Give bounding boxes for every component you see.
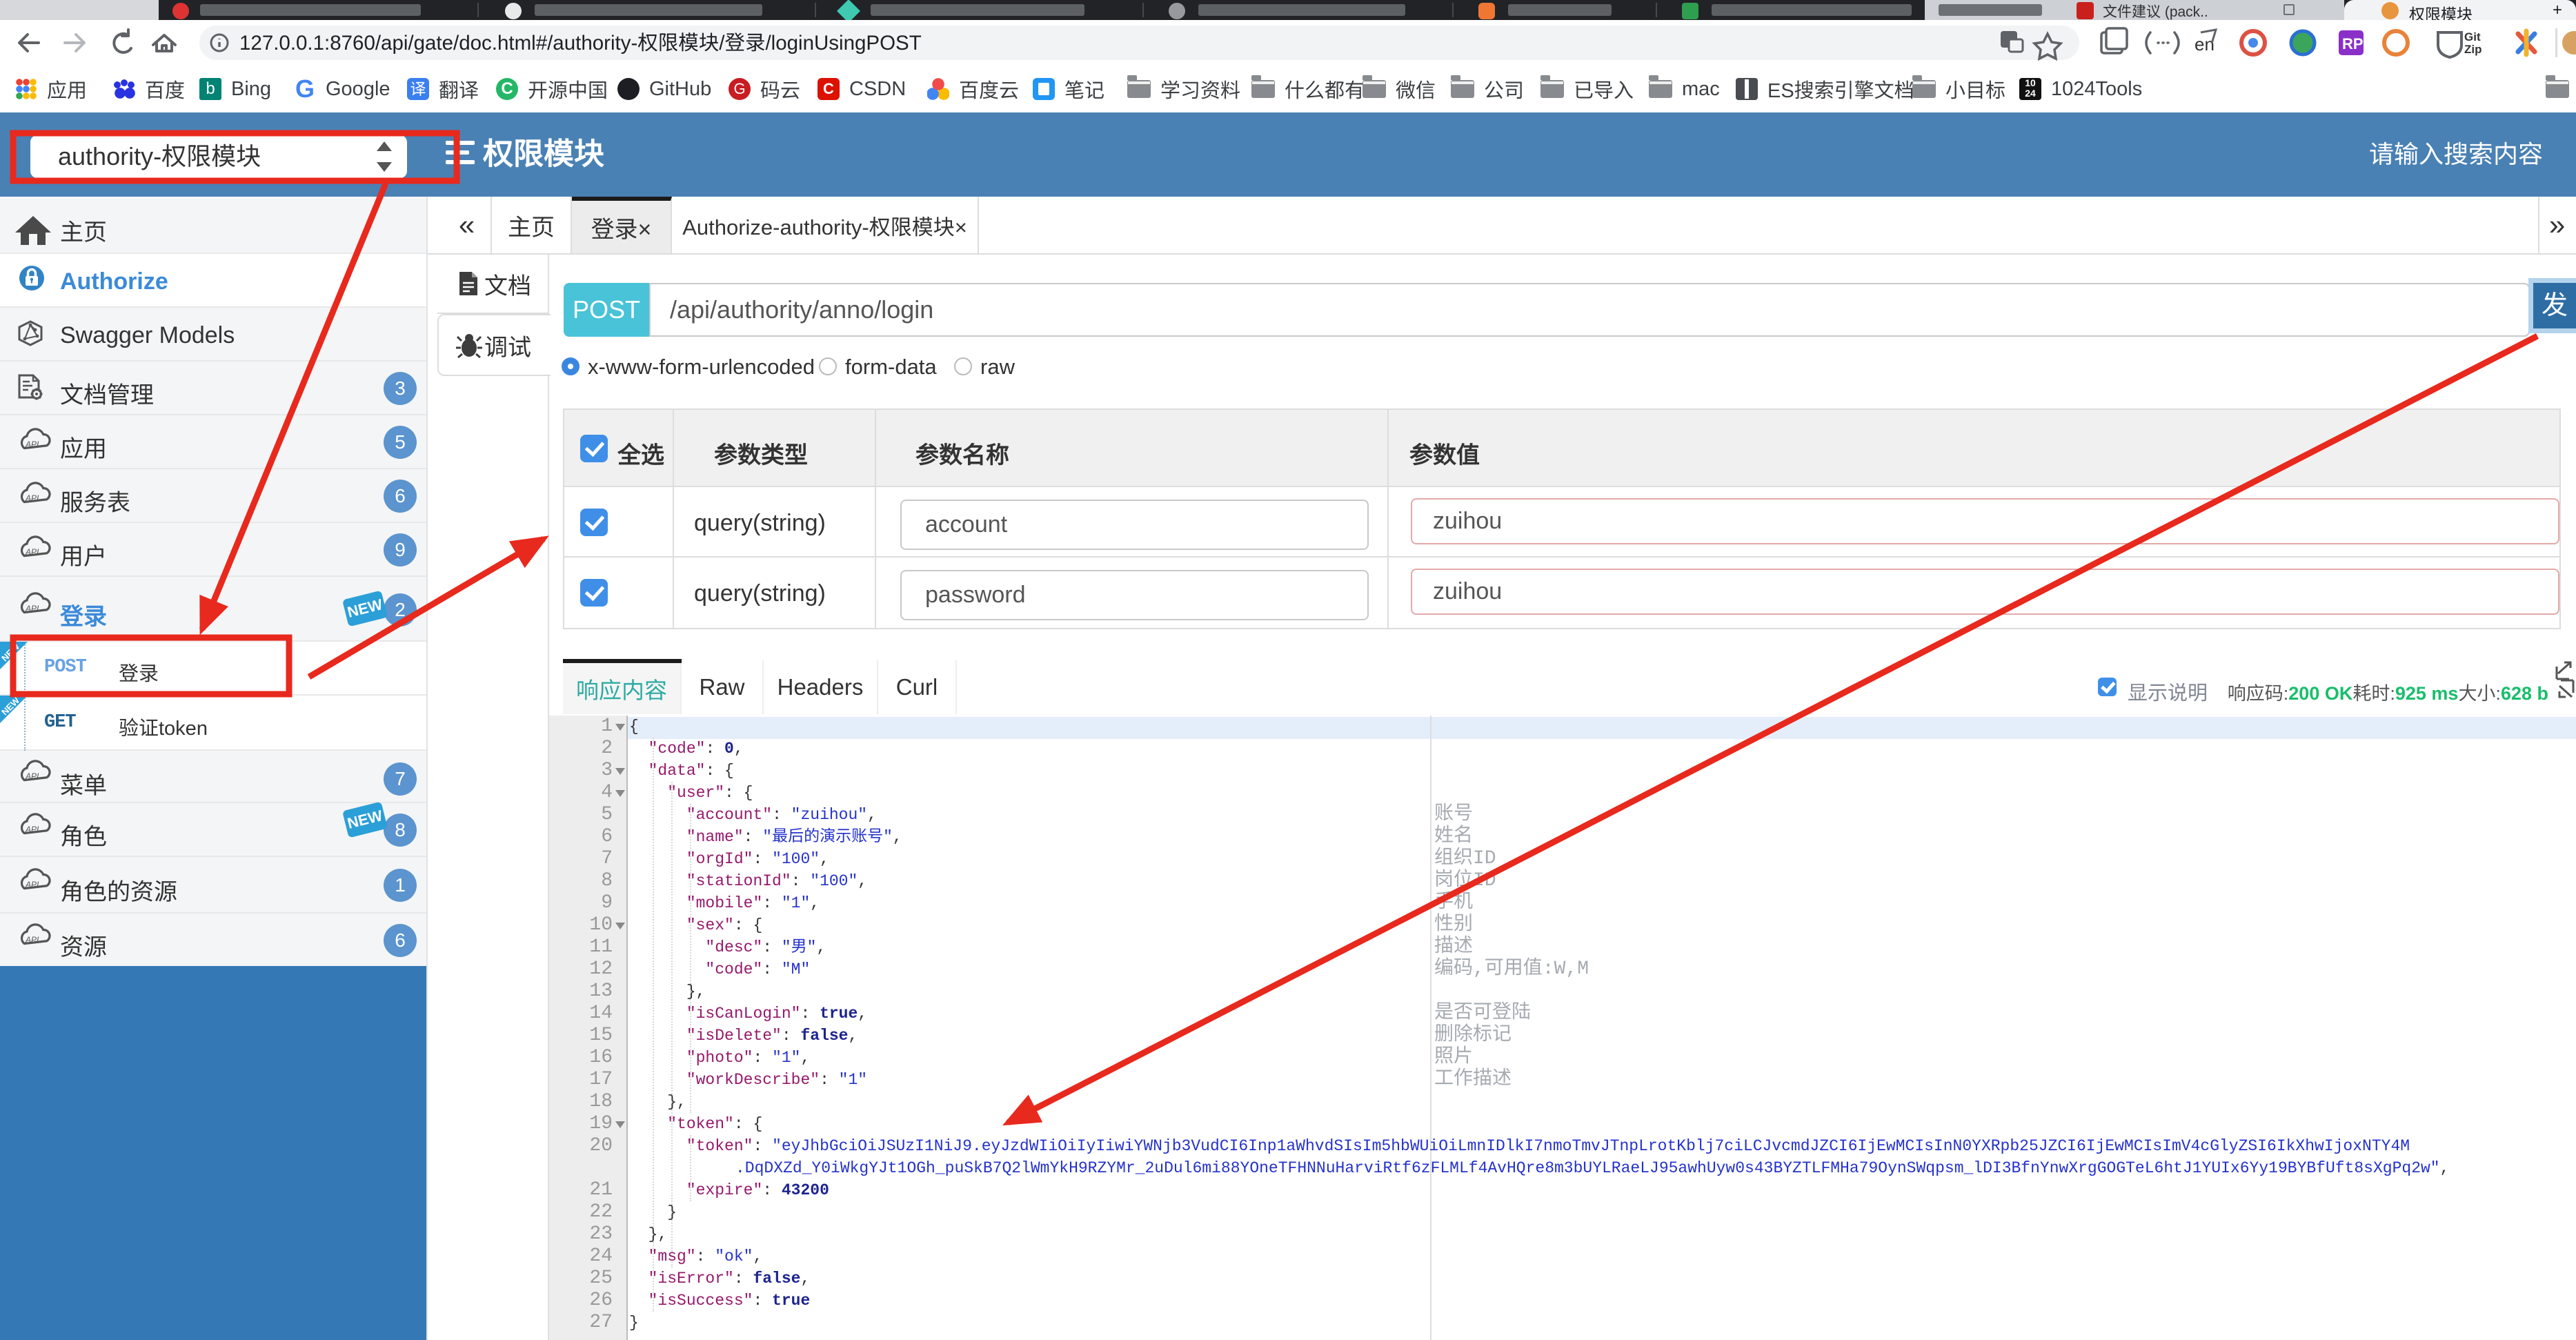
svg-text:Git: Git [2464,30,2481,43]
svg-text:en: en [2194,34,2215,55]
svg-text:RP: RP [2342,35,2364,52]
svg-text:Zip: Zip [2464,43,2482,56]
